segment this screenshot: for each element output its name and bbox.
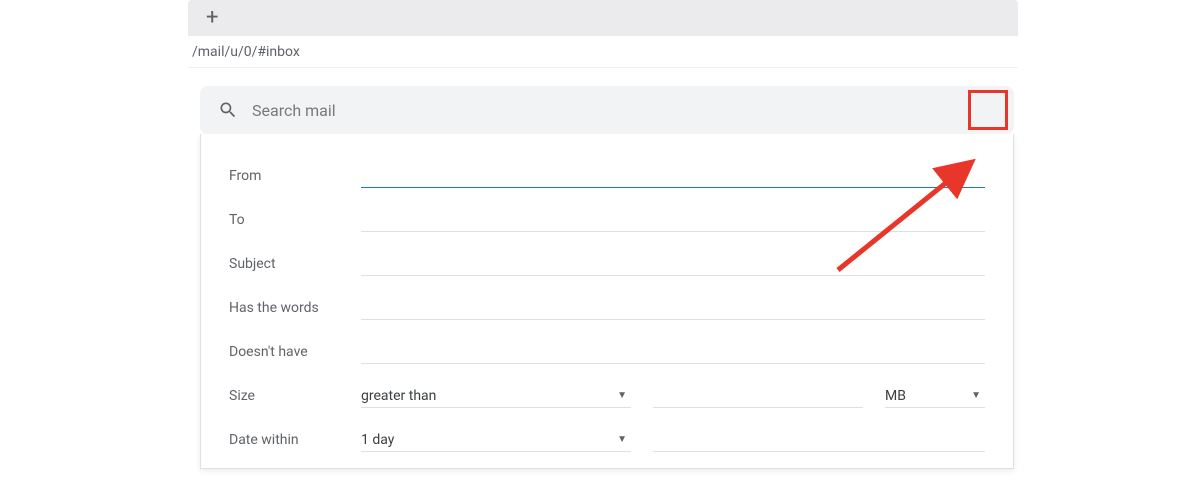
select-size-operator[interactable]: greater than ▼ bbox=[361, 384, 631, 408]
row-to: To bbox=[229, 198, 985, 242]
url-text: /mail/u/0/#inbox bbox=[192, 44, 300, 60]
label-from: From bbox=[229, 168, 361, 184]
search-placeholder: Search mail bbox=[252, 101, 996, 120]
input-doesnt-have[interactable] bbox=[361, 340, 985, 364]
select-date-range[interactable]: 1 day ▼ bbox=[361, 428, 631, 452]
size-operator-value: greater than bbox=[361, 388, 436, 404]
input-subject[interactable] bbox=[361, 252, 985, 276]
chevron-down-icon: ▼ bbox=[617, 390, 631, 401]
label-doesnt-have: Doesn't have bbox=[229, 344, 361, 360]
search-bar[interactable]: Search mail bbox=[200, 86, 1014, 134]
label-subject: Subject bbox=[229, 256, 361, 272]
input-size-value[interactable] bbox=[653, 384, 863, 408]
row-date-within: Date within 1 day ▼ bbox=[229, 418, 985, 462]
label-has-words: Has the words bbox=[229, 300, 361, 316]
input-date-value[interactable] bbox=[653, 428, 985, 452]
row-has-words: Has the words bbox=[229, 286, 985, 330]
chevron-down-icon: ▼ bbox=[617, 434, 631, 445]
label-size: Size bbox=[229, 388, 361, 404]
browser-tabstrip: + bbox=[188, 0, 1018, 36]
input-has-words[interactable] bbox=[361, 296, 985, 320]
new-tab-button[interactable]: + bbox=[206, 7, 218, 29]
advanced-search-panel: From To Subject Has the words Doesn't ha… bbox=[200, 134, 1014, 469]
row-from: From bbox=[229, 154, 985, 198]
input-to[interactable] bbox=[361, 208, 985, 232]
row-subject: Subject bbox=[229, 242, 985, 286]
size-unit-value: MB bbox=[885, 388, 906, 404]
row-doesnt-have: Doesn't have bbox=[229, 330, 985, 374]
date-range-value: 1 day bbox=[361, 432, 394, 448]
row-size: Size greater than ▼ MB ▼ bbox=[229, 374, 985, 418]
address-bar[interactable]: /mail/u/0/#inbox bbox=[188, 36, 1018, 68]
label-date-within: Date within bbox=[229, 432, 361, 448]
input-from[interactable] bbox=[361, 164, 985, 188]
select-size-unit[interactable]: MB ▼ bbox=[885, 384, 985, 408]
chevron-down-icon: ▼ bbox=[971, 390, 985, 401]
label-to: To bbox=[229, 212, 361, 228]
search-icon bbox=[218, 100, 238, 120]
